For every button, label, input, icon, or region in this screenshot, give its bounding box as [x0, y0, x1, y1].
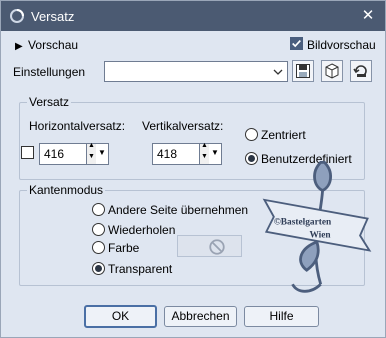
- save-preset-button[interactable]: [292, 60, 314, 82]
- preview-toggle[interactable]: ▶ Vorschau: [15, 38, 78, 52]
- chevron-down-icon: [273, 69, 283, 75]
- reset-preset-button[interactable]: [321, 60, 343, 82]
- vertical-offset-value: 418: [157, 147, 178, 161]
- watermark-text-line2: Wien: [309, 230, 331, 240]
- centered-label: Zentriert: [261, 128, 306, 142]
- chevron-down-icon[interactable]: ▼: [211, 148, 219, 157]
- spin-up-icon: ▲: [88, 142, 95, 149]
- preview-label: Vorschau: [28, 38, 79, 52]
- settings-combobox[interactable]: [104, 61, 288, 82]
- horizontal-offset-value: 416: [44, 147, 65, 161]
- edge-option-radio-repeat[interactable]: [92, 223, 105, 236]
- restore-icon: [353, 65, 367, 77]
- horizontal-offset-spinner[interactable]: 416 ▲ ▼ ▼: [39, 142, 109, 165]
- spin-down-icon: ▼: [88, 153, 95, 160]
- cancel-button[interactable]: Abbrechen: [164, 306, 237, 327]
- spin-up-icon: ▲: [201, 142, 208, 149]
- help-button[interactable]: Hilfe: [244, 306, 319, 327]
- close-button[interactable]: ✕: [357, 6, 379, 26]
- settings-label: Einstellungen: [13, 65, 86, 79]
- centered-radio[interactable]: [245, 128, 258, 141]
- horizontal-offset-label: Horizontalversatz:: [29, 119, 126, 133]
- edge-option-label-wrap: Andere Seite übernehmen: [108, 203, 249, 217]
- triangle-right-icon: ▶: [15, 41, 23, 52]
- watermark-text-line1: ©Bastelgarten: [274, 216, 332, 227]
- edge-option-radio-color[interactable]: [92, 241, 105, 254]
- link-offsets-checkbox[interactable]: [21, 146, 34, 159]
- edge-option-radio-wrap[interactable]: [92, 203, 105, 216]
- vertical-offset-spinner[interactable]: 418 ▲ ▼ ▼: [152, 142, 222, 165]
- title-bar[interactable]: Versatz ✕: [1, 1, 385, 31]
- edge-color-swatch[interactable]: [177, 235, 242, 257]
- image-preview-checkbox[interactable]: [290, 37, 303, 50]
- image-preview-label: Bildvorschau: [307, 38, 376, 52]
- vertical-spin-buttons[interactable]: ▲ ▼: [199, 142, 209, 164]
- checkmark-icon: [292, 39, 301, 48]
- app-swirl-icon: [10, 9, 24, 23]
- help-label: Hilfe: [269, 309, 294, 323]
- spin-down-icon: ▼: [201, 153, 208, 160]
- edge-option-radio-transparent[interactable]: [92, 262, 105, 275]
- offset-group-label: Versatz: [27, 95, 72, 109]
- window-title: Versatz: [31, 9, 75, 24]
- load-default-button[interactable]: [350, 60, 372, 82]
- vertical-offset-label: Vertikalversatz:: [142, 119, 224, 133]
- cancel-label: Abbrechen: [171, 309, 230, 323]
- offset-dialog: Versatz ✕ ▶ Vorschau Bildvorschau Einste…: [0, 0, 386, 338]
- ok-label: OK: [111, 309, 130, 323]
- close-icon: ✕: [361, 7, 375, 24]
- edge-mode-group-label: Kantenmodus: [27, 183, 106, 197]
- edge-option-label-color: Farbe: [108, 241, 140, 255]
- edge-option-label-transparent: Transparent: [108, 262, 173, 276]
- chevron-down-icon[interactable]: ▼: [98, 148, 106, 157]
- save-icon: [296, 64, 310, 78]
- watermark-logo: ©Bastelgarten Wien: [262, 160, 372, 293]
- no-color-icon: [209, 239, 225, 255]
- horizontal-spin-buttons[interactable]: ▲ ▼: [86, 142, 96, 164]
- edge-option-label-repeat: Wiederholen: [108, 223, 176, 237]
- ok-button[interactable]: OK: [84, 305, 157, 328]
- cube-icon: [325, 63, 339, 79]
